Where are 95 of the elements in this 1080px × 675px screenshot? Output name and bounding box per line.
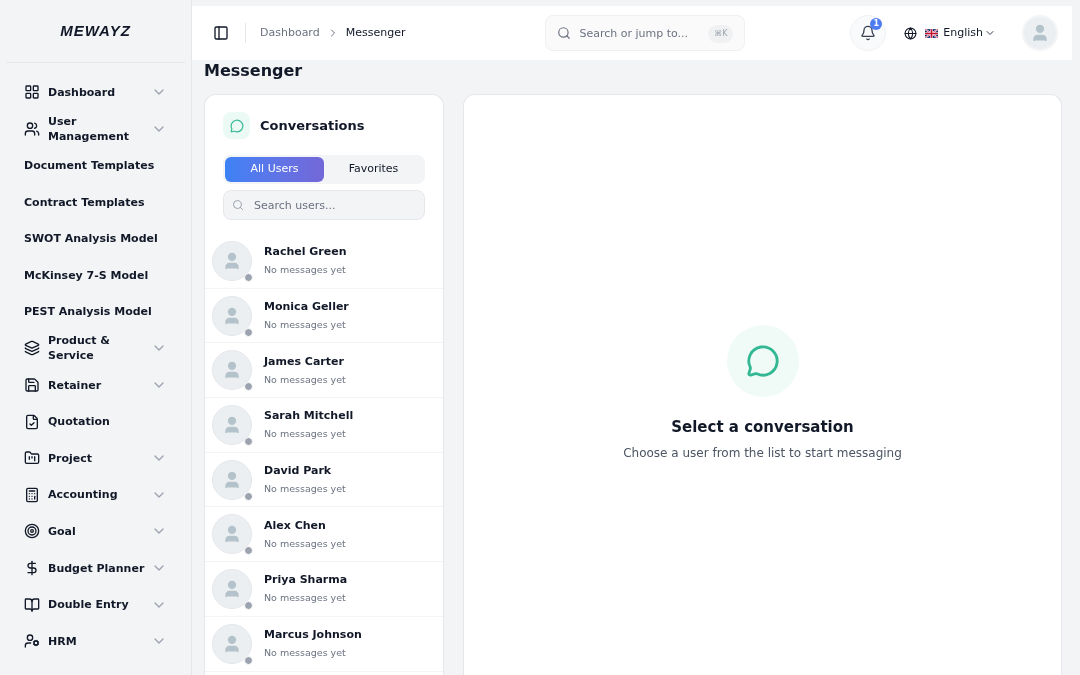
tab[interactable]: Favorites <box>324 157 423 182</box>
search-icon <box>232 199 244 211</box>
sidebar-item[interactable]: SWOT Analysis Model <box>0 220 191 257</box>
sidebar-item-label: Budget Planner <box>48 560 145 576</box>
target-icon <box>24 523 40 540</box>
page-title: Messenger <box>204 61 304 81</box>
conversation-item[interactable]: Priya Sharma No messages yet <box>205 562 443 617</box>
globe-icon <box>904 26 918 40</box>
layers-icon <box>24 340 40 357</box>
sidebar-item-label: Goal <box>48 523 76 539</box>
sidebar-item[interactable]: McKinsey 7-S Model <box>0 256 191 294</box>
sidebar-item-label: HRM <box>48 633 77 649</box>
conversation-item[interactable]: David Park No messages yet <box>205 452 443 508</box>
sidebar-item-label: Product & Service <box>48 333 111 364</box>
user-icon <box>222 360 242 381</box>
user-icon <box>222 524 242 545</box>
message-preview: No messages yet <box>264 264 347 277</box>
sidebar-item[interactable]: PEST Analysis Model <box>0 293 191 331</box>
conversation-item[interactable]: Marcus Johnson No messages yet <box>205 616 443 672</box>
sidebar-item-label: Accounting <box>48 487 118 503</box>
sidebar-item[interactable]: Contract Templates <box>0 183 191 221</box>
sidebar-item[interactable]: Product & Service <box>0 330 191 367</box>
user-name: Rachel Green <box>264 245 347 260</box>
sidebar-item-label: User Management <box>48 113 130 144</box>
dollar-icon <box>24 560 40 576</box>
sidebar-toggle-button[interactable] <box>211 23 231 43</box>
sidebar-item-label: Retainer <box>48 377 102 393</box>
conversation-item[interactable]: Sarah Mitchell No messages yet <box>205 398 443 453</box>
sidebar-item-label: Contract Templates <box>24 194 145 210</box>
notification-badge: 1 <box>870 18 883 30</box>
logo: MEWAYZ <box>60 20 131 41</box>
sidebar-item[interactable]: User Management <box>0 110 191 148</box>
chat-bubble-icon <box>229 118 244 133</box>
user-icon <box>222 469 242 490</box>
conversation-item[interactable]: James Carter No messages yet <box>205 343 443 399</box>
sidebar-item[interactable]: Retainer <box>0 366 191 404</box>
grid-icon <box>24 84 40 101</box>
empty-state-text: Choose a user from the list to start messaging <box>623 444 902 462</box>
sidebar-item-label: Quotation <box>48 414 110 430</box>
bell-icon <box>860 25 877 41</box>
empty-state-title: Select a conversation <box>671 417 854 438</box>
sidebar-item-label: Document Templates <box>24 158 155 173</box>
language-selector[interactable]: English <box>904 24 996 42</box>
sidebar-item-label: Double Entry <box>48 597 129 613</box>
user-search-field[interactable]: Search users... <box>223 190 425 220</box>
user-name: Monica Geller <box>264 300 349 315</box>
user-name: James Carter <box>264 354 345 369</box>
document-check-icon <box>24 413 40 430</box>
user-name: David Park <box>264 464 333 479</box>
sidebar-item-label: Dashboard <box>48 84 116 100</box>
search-icon <box>557 26 572 40</box>
user-icon <box>222 305 242 326</box>
user-name: Marcus Johnson <box>264 628 362 643</box>
user-name: Priya Sharma <box>264 573 348 588</box>
sidebar-item-label: Project <box>48 450 93 466</box>
sidebar-item-label: McKinsey 7-S Model <box>24 267 149 283</box>
message-preview: No messages yet <box>264 428 347 441</box>
sidebar-item[interactable]: Document Templates <box>0 147 191 184</box>
calculator-icon <box>24 486 40 503</box>
book-icon <box>24 596 40 613</box>
sidebar-item[interactable]: Budget Planner <box>0 549 191 587</box>
user-icon <box>222 633 242 654</box>
breadcrumb-current: Messenger <box>345 24 406 41</box>
sidebar-item[interactable]: Accounting <box>0 476 191 514</box>
sidebar-item-label: PEST Analysis Model <box>24 304 152 320</box>
chat-bubble-icon <box>745 344 780 378</box>
user-icon <box>222 414 242 435</box>
panel-title: Conversations <box>260 116 365 135</box>
user-icon <box>222 578 242 599</box>
conversation-item[interactable]: Alex Chen No messages yet <box>205 507 443 563</box>
message-preview: No messages yet <box>264 483 346 496</box>
breadcrumb-link[interactable]: Dashboard <box>260 24 320 42</box>
sidebar-item[interactable]: HRM <box>0 622 191 660</box>
flag-icon <box>925 28 939 38</box>
user-name: Alex Chen <box>264 518 327 533</box>
sidebar-item[interactable]: Goal <box>0 513 191 550</box>
sidebar-item[interactable]: Double Entry <box>0 586 191 623</box>
sidebar-item-label: SWOT Analysis Model <box>24 231 158 247</box>
message-preview: No messages yet <box>264 647 347 660</box>
user-name: Sarah Mitchell <box>264 409 354 424</box>
notifications-button[interactable]: 1 <box>850 15 887 51</box>
sidebar-item[interactable]: Dashboard <box>0 74 191 111</box>
folder-icon <box>24 450 40 467</box>
message-preview: No messages yet <box>264 537 346 550</box>
user-icon <box>1030 23 1050 43</box>
conversation-item[interactable]: Rachel Green No messages yet <box>205 234 443 289</box>
message-preview: No messages yet <box>264 592 347 605</box>
users-icon <box>24 120 40 137</box>
sidebar-item[interactable]: Project <box>0 439 191 477</box>
message-preview: No messages yet <box>264 319 347 332</box>
conversation-item[interactable]: Monica Geller No messages yet <box>205 288 443 344</box>
sidebar-item[interactable]: Quotation <box>0 403 191 440</box>
message-preview: No messages yet <box>264 373 346 386</box>
user-icon <box>222 250 242 271</box>
tab[interactable]: All Users <box>225 157 324 182</box>
